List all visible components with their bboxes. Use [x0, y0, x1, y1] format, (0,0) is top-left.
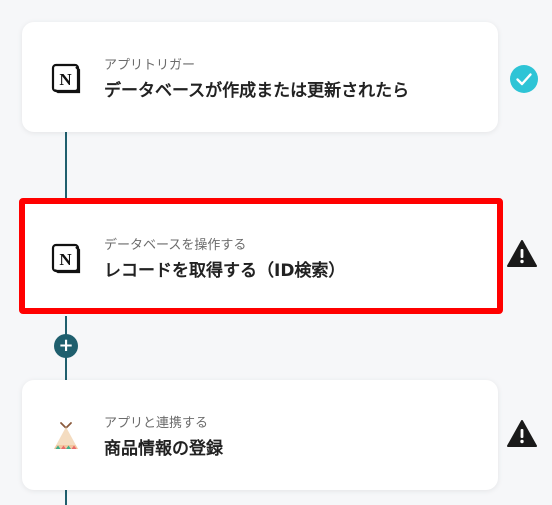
flow-step-get-record[interactable]: N データベースを操作する レコードを取得する（ID検索）: [19, 198, 503, 314]
connector-line-1: [65, 132, 67, 198]
svg-text:N: N: [59, 250, 72, 269]
step-subtitle: アプリトリガー: [104, 58, 196, 73]
notion-icon: N: [50, 242, 82, 274]
step-title: レコードを取得する（ID検索）: [104, 261, 346, 281]
step-title: 商品情報の登録: [104, 439, 223, 459]
check-circle-icon: [508, 63, 540, 95]
teepee-icon: [50, 420, 82, 452]
notion-icon: N: [50, 62, 82, 94]
warning-icon: [506, 238, 538, 270]
add-step-button[interactable]: +: [54, 334, 78, 358]
warning-icon: [506, 418, 538, 450]
svg-text:N: N: [59, 70, 72, 89]
flow-step-register-product[interactable]: アプリと連携する 商品情報の登録: [22, 380, 498, 490]
step-title: データベースが作成または更新されたら: [104, 81, 410, 101]
step-subtitle: アプリと連携する: [104, 416, 209, 431]
connector-line-3: [65, 490, 67, 505]
flow-step-trigger[interactable]: N アプリトリガー データベースが作成または更新されたら: [22, 22, 498, 132]
step-subtitle: データベースを操作する: [104, 238, 247, 253]
